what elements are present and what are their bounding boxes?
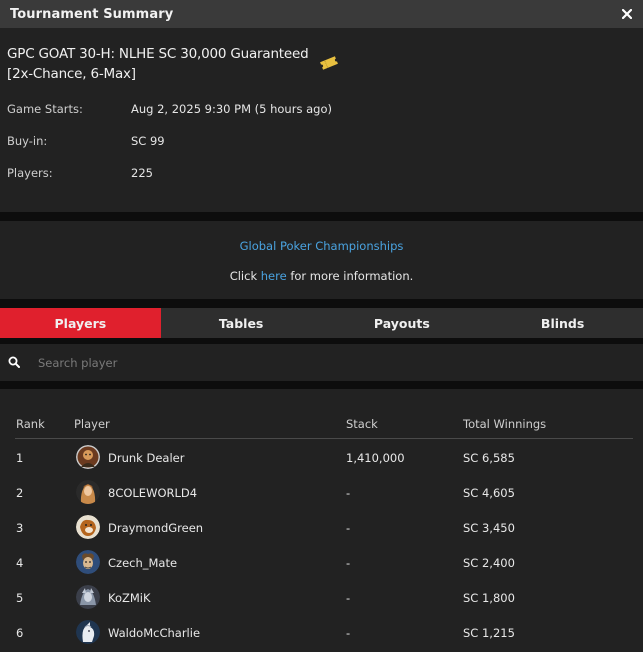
tab-players[interactable]: Players (0, 308, 161, 338)
tab-bar: Players Tables Payouts Blinds (0, 308, 643, 338)
avatar (76, 445, 100, 469)
table-row[interactable]: 5 KoZMiK - SC 1,800 (15, 580, 633, 615)
here-link[interactable]: here (261, 269, 287, 283)
tournament-info-panel: GPC GOAT 30-H: NLHE SC 30,000 Guaranteed… (0, 28, 643, 212)
championship-link[interactable]: Global Poker Championships (0, 239, 643, 253)
promo-panel: Global Poker Championships Click here fo… (0, 221, 643, 299)
stack-cell: - (346, 486, 351, 500)
game-starts-value: Aug 2, 2025 9:30 PM (5 hours ago) (131, 102, 332, 116)
buyin-label: Buy-in: (7, 134, 48, 148)
rank-cell: 5 (16, 591, 24, 605)
rank-cell: 4 (16, 556, 24, 570)
player-name-cell: KoZMiK (108, 591, 151, 605)
stack-cell: - (346, 556, 351, 570)
divider (0, 299, 643, 308)
divider (0, 381, 643, 389)
winnings-cell: SC 1,215 (463, 626, 515, 640)
rank-cell: 3 (16, 521, 24, 535)
stack-cell: - (346, 591, 351, 605)
tournament-name: GPC GOAT 30-H: NLHE SC 30,000 Guaranteed… (7, 46, 309, 82)
game-starts-label: Game Starts: (7, 102, 83, 116)
avatar (76, 550, 100, 574)
player-name-cell: DraymondGreen (108, 521, 204, 535)
stack-cell: - (346, 626, 351, 640)
search-player-input[interactable] (32, 352, 622, 374)
avatar (76, 480, 100, 504)
ticket-icon (319, 56, 339, 73)
window-title: Tournament Summary (10, 6, 174, 22)
close-icon[interactable] (620, 7, 634, 21)
avatar (76, 620, 100, 644)
player-name-cell: Czech_Mate (108, 556, 178, 570)
player-name-cell: WaldoMcCharlie (108, 626, 201, 640)
winnings-cell: SC 3,450 (463, 521, 515, 535)
rank-cell: 1 (16, 451, 24, 465)
stack-cell: 1,410,000 (346, 451, 405, 465)
more-info-suffix: for more information. (286, 269, 414, 283)
header-rank[interactable]: Rank (16, 417, 45, 431)
table-row[interactable]: 6 WaldoMcCharlie - SC 1,215 (15, 615, 633, 650)
player-name-cell: Drunk Dealer (108, 451, 185, 465)
winnings-cell: SC 2,400 (463, 556, 515, 570)
tab-tables[interactable]: Tables (161, 308, 322, 338)
search-icon (8, 356, 20, 371)
tab-payouts[interactable]: Payouts (322, 308, 483, 338)
buyin-value: SC 99 (131, 134, 165, 148)
divider (0, 212, 643, 221)
header-total-winnings[interactable]: Total Winnings (463, 417, 546, 431)
table-row[interactable]: 3 DraymondGreen - SC 3,450 (15, 510, 633, 545)
table-row[interactable]: 1 Drunk Dealer 1,410,000 SC 6,585 (15, 440, 633, 475)
rank-cell: 6 (16, 626, 24, 640)
more-info-text: Click here for more information. (0, 269, 643, 283)
winnings-cell: SC 1,800 (463, 591, 515, 605)
table-row[interactable]: 2 8COLEWORLD4 - SC 4,605 (15, 475, 633, 510)
title-bar: Tournament Summary (0, 0, 643, 28)
winnings-cell: SC 4,605 (463, 486, 515, 500)
tab-blinds[interactable]: Blinds (482, 308, 643, 338)
avatar (76, 585, 100, 609)
avatar (76, 515, 100, 539)
search-bar (0, 344, 643, 381)
players-table: Rank Player Stack Total Winnings 1 Drunk… (0, 389, 643, 652)
click-text: Click (229, 269, 261, 283)
header-player[interactable]: Player (74, 417, 110, 431)
players-value: 225 (131, 166, 153, 180)
rank-cell: 2 (16, 486, 24, 500)
table-header: Rank Player Stack Total Winnings (15, 389, 633, 439)
table-row[interactable]: 4 Czech_Mate - SC 2,400 (15, 545, 633, 580)
winnings-cell: SC 6,585 (463, 451, 515, 465)
player-name-cell: 8COLEWORLD4 (108, 486, 198, 500)
stack-cell: - (346, 521, 351, 535)
header-stack[interactable]: Stack (346, 417, 378, 431)
players-label: Players: (7, 166, 53, 180)
